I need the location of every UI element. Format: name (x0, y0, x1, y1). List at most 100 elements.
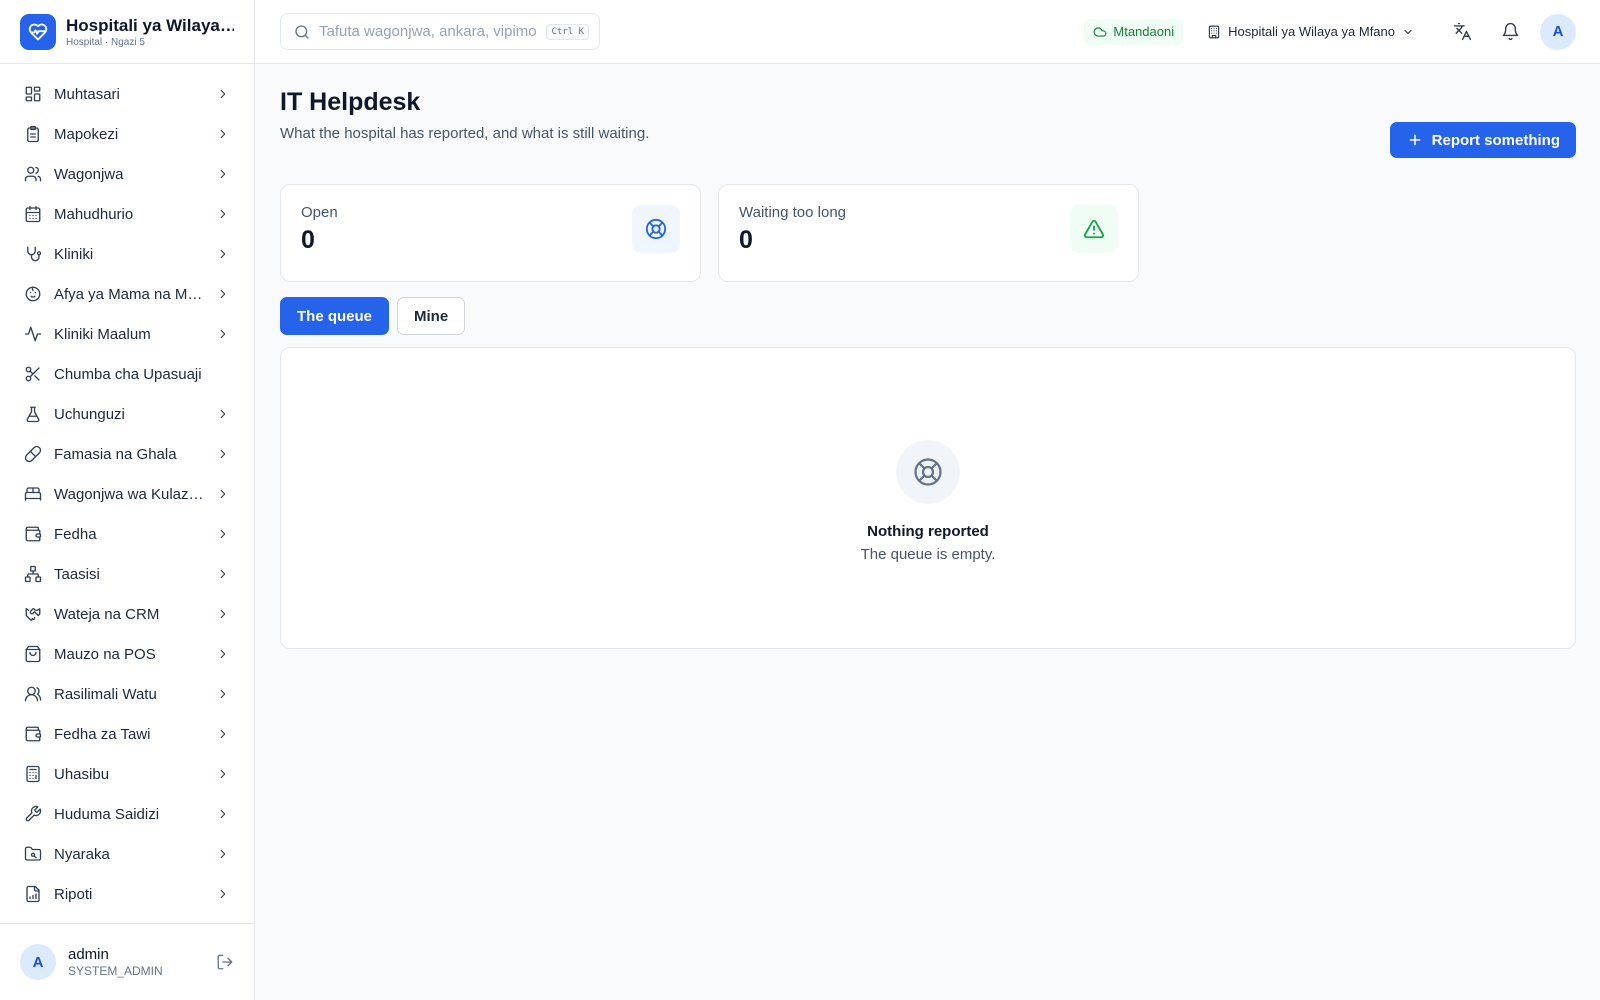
sidebar-item-chumba-cha-upasuaji[interactable]: Chumba cha Upasuaji (0, 354, 254, 394)
stat-value: 0 (301, 226, 315, 254)
sidebar-item-famasia[interactable]: Famasia na Ghala (0, 434, 254, 474)
dashboard-icon (24, 85, 42, 103)
translate-icon (1453, 22, 1471, 41)
network-icon (24, 565, 42, 583)
brand-subtitle: Hospital · Ngazi 5 (66, 36, 145, 48)
folder-icon (24, 845, 42, 863)
sidebar-item-label: Wagonjwa (54, 165, 124, 183)
sidebar-item-taasisi[interactable]: Taasisi (0, 554, 254, 594)
sidebar-item-label: Famasia na Ghala (54, 445, 177, 463)
stat-label: Waiting too long (739, 204, 847, 221)
sidebar-item-kliniki-maalum[interactable]: Kliniki Maalum (0, 314, 254, 354)
wallet-icon (24, 525, 42, 543)
sidebar-item-ripoti[interactable]: Ripoti (0, 874, 254, 914)
baby-icon (24, 285, 42, 303)
brand[interactable]: Hospitali ya Wilaya ya Mfano Hospital · … (0, 0, 254, 64)
people-icon (24, 685, 42, 703)
sidebar-item-label: Kliniki (54, 245, 94, 263)
sidebar-nav: Muhtasari Mapokezi Wagonjwa Mahudhurio K… (0, 64, 254, 914)
chevron-right-icon (220, 89, 226, 99)
sidebar-item-label: Uchunguzi (54, 405, 125, 423)
tab-the-queue[interactable]: The queue (280, 297, 390, 335)
chevron-right-icon (220, 569, 226, 579)
sidebar-item-rasilimali-watu[interactable]: Rasilimali Watu (0, 674, 254, 714)
status-label: Mtandaoni (1113, 24, 1175, 39)
sidebar-item-mahudhurio[interactable]: Mahudhurio (0, 194, 254, 234)
sidebar-item-wagonjwa-wa-kulazwa[interactable]: Wagonjwa wa Kulazwa (0, 474, 254, 514)
building-icon (1208, 25, 1220, 38)
sidebar-item-uchunguzi[interactable]: Uchunguzi (0, 394, 254, 434)
sidebar-item-fedha-za-tawi[interactable]: Fedha za Tawi (0, 714, 254, 754)
chevron-right-icon (220, 129, 226, 139)
chevron-right-icon (220, 649, 226, 659)
report-something-button[interactable]: Report something (1389, 122, 1576, 158)
sidebar-item-label: Rasilimali Watu (54, 685, 157, 703)
sidebar-item-label: Afya ya Mama na Mtoto (54, 285, 204, 303)
sidebar-item-label: Uhasibu (54, 765, 110, 783)
sidebar-item-label: Fedha (54, 525, 97, 543)
sidebar-item-muhtasari[interactable]: Muhtasari (0, 74, 254, 114)
heart-icon (20, 13, 56, 50)
wrench-icon (24, 805, 42, 823)
search-box[interactable]: Ctrl K (280, 13, 600, 50)
sidebar-item-mauzo-na-pos[interactable]: Mauzo na POS (0, 634, 254, 674)
language-button[interactable] (1444, 14, 1480, 50)
sidebar-item-label: Ripoti (54, 885, 93, 903)
chevron-right-icon (220, 449, 226, 459)
sidebar-item-label: Kliniki Maalum (54, 325, 151, 343)
sidebar-item-label: Taasisi (54, 565, 100, 583)
search-input[interactable] (319, 23, 538, 40)
sidebar-item-mapokezi[interactable]: Mapokezi (0, 114, 254, 154)
users-icon (24, 165, 42, 183)
stat-card-open: Open 0 (280, 184, 701, 282)
sidebar-item-label: Huduma Saidizi (54, 805, 160, 823)
chevron-right-icon (220, 529, 226, 539)
facility-selector[interactable]: Hospitali ya Wilaya ya Mfano (1207, 24, 1414, 39)
pill-icon (24, 445, 42, 463)
page-title: IT Helpdesk (280, 88, 421, 116)
notifications-button[interactable] (1492, 14, 1528, 50)
sidebar-item-huduma-saidizi[interactable]: Huduma Saidizi (0, 794, 254, 834)
scissors-icon (24, 365, 42, 383)
chevron-right-icon (220, 489, 226, 499)
chevron-right-icon (220, 409, 226, 419)
user-role: SYSTEM_ADMIN (68, 964, 163, 978)
handshake-icon (24, 605, 42, 623)
tab-mine[interactable]: Mine (397, 297, 466, 335)
empty-state-subtitle: The queue is empty. (860, 545, 996, 563)
avatar[interactable]: A (20, 944, 56, 980)
cloud-icon (1093, 26, 1107, 37)
empty-state-title: Nothing reported (867, 522, 989, 540)
sidebar-item-afya-ya-mama[interactable]: Afya ya Mama na Mtoto (0, 274, 254, 314)
logout-icon[interactable] (216, 953, 234, 971)
queue-panel: Nothing reported The queue is empty. (280, 347, 1576, 649)
stat-value: 0 (739, 226, 753, 254)
sidebar-item-label: Fedha za Tawi (54, 725, 151, 743)
sidebar-item-kliniki[interactable]: Kliniki (0, 234, 254, 274)
activity-icon (24, 325, 42, 343)
chevron-down-icon (1404, 29, 1412, 34)
flask-icon (24, 405, 42, 423)
sidebar-item-label: Chumba cha Upasuaji (54, 365, 202, 383)
sidebar-item-label: Mapokezi (54, 125, 119, 143)
bed-icon (24, 485, 42, 503)
chevron-right-icon (220, 329, 226, 339)
chevron-right-icon (220, 209, 226, 219)
avatar[interactable]: A (1540, 13, 1576, 50)
chevron-right-icon (220, 849, 226, 859)
search-shortcut: Ctrl K (546, 23, 589, 40)
stethoscope-icon (24, 245, 42, 263)
wallet-icon (24, 725, 42, 743)
sidebar-item-wateja-na-crm[interactable]: Wateja na CRM (0, 594, 254, 634)
lifebuoy-icon (896, 439, 960, 504)
sidebar-item-nyaraka[interactable]: Nyaraka (0, 834, 254, 874)
sidebar-item-wagonjwa[interactable]: Wagonjwa (0, 154, 254, 194)
sidebar-item-label: Nyaraka (54, 845, 110, 863)
sidebar-item-fedha[interactable]: Fedha (0, 514, 254, 554)
sidebar-item-uhasibu[interactable]: Uhasibu (0, 754, 254, 794)
stat-card-waiting: Waiting too long 0 (718, 184, 1139, 282)
chevron-right-icon (220, 889, 226, 899)
tabs: The queue Mine (280, 297, 1576, 335)
sidebar-item-label: Mahudhurio (54, 205, 134, 223)
chevron-right-icon (220, 609, 226, 619)
